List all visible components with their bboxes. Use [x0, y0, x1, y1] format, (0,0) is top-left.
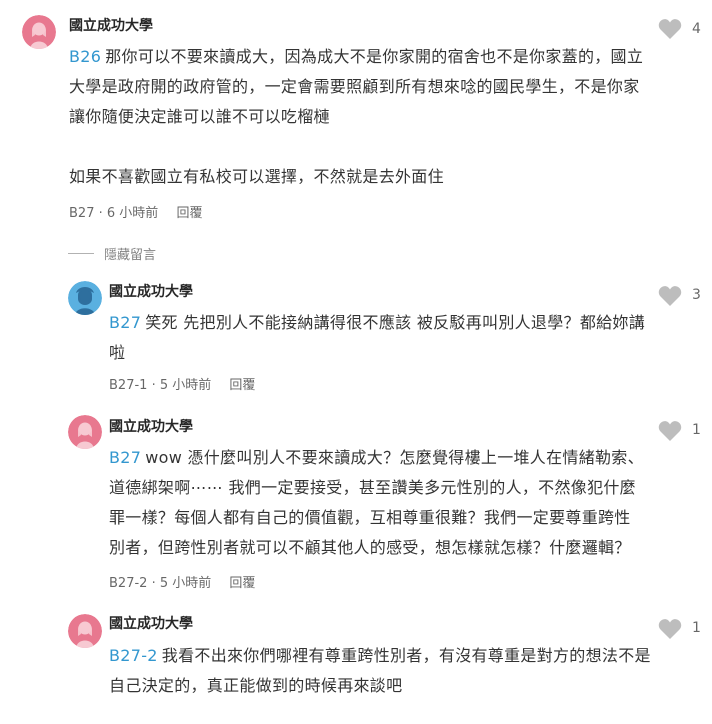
comment-line: 笑死 先把別人不能接納講得很不應該 被反駁再叫別人退學？都給妳講	[145, 313, 646, 332]
comment-line: 我看不出來你們哪裡有尊重跨性別者，有沒有尊重是對方的想法不是	[161, 646, 651, 665]
meta-dot: ·	[98, 206, 103, 221]
comment-line: 大學是政府開的政府管的，一定會需要照顧到所有想來唸的國民學生，不是你家	[69, 77, 640, 96]
floor-number: B27	[69, 206, 95, 221]
timestamp: 6 小時前	[106, 206, 159, 221]
comment-line: wow 憑什麼叫別人不要來讀成大？怎麼覺得樓上一堆人在情緒勒索、	[145, 448, 644, 467]
floor-tag-link[interactable]: B27	[109, 448, 141, 467]
like-count: 1	[692, 620, 701, 636]
comment-line: 自己決定的，真正能做到的時候再來談吧	[109, 676, 403, 695]
timestamp: 5 小時前	[159, 378, 212, 393]
divider-dash	[68, 253, 94, 254]
comment-meta: B27-2 · 5 小時前 回覆	[109, 575, 255, 593]
reply-button[interactable]: 回覆	[176, 206, 202, 221]
heart-icon[interactable]	[658, 18, 682, 40]
comment-line: 那你可以不要來讀成大，因為成大不是你家開的宿舍也不是你家蓋的，國立	[105, 47, 644, 66]
timestamp: 5 小時前	[159, 576, 212, 591]
like-count: 1	[692, 422, 701, 438]
avatar[interactable]	[68, 281, 102, 315]
like-count: 4	[692, 21, 701, 37]
author-name[interactable]: 國立成功大學	[69, 17, 153, 35]
comment-line: 道德綁架啊⋯⋯ 我們一定要接受，甚至讚美多元性別的人，不然像犯什麼	[109, 478, 636, 497]
author-name[interactable]: 國立成功大學	[109, 283, 193, 301]
comment-line: 讓你隨便決定誰可以誰不可以吃榴槤	[69, 107, 330, 126]
avatar[interactable]	[22, 15, 56, 49]
comment-body: B27 wow 憑什麼叫別人不要來讀成大？怎麼覺得樓上一堆人在情緒勒索、 道德綁架…	[109, 443, 644, 563]
floor-number: B27-1	[109, 378, 148, 393]
reply-button[interactable]: 回覆	[229, 576, 255, 591]
comment-body: B27 笑死 先把別人不能接納講得很不應該 被反駁再叫別人退學？都給妳講 啦	[109, 308, 645, 368]
floor-number: B27-2	[109, 576, 148, 591]
male-avatar-icon	[68, 281, 102, 315]
comment-line: 別者，但跨性別者就可以不顧其他人的感受，想怎樣就怎樣？什麼邏輯？	[109, 538, 631, 557]
comment-line	[69, 132, 643, 162]
comment-line: 如果不喜歡國立有私校可以選擇，不然就是去外面住	[69, 167, 444, 186]
avatar[interactable]	[68, 614, 102, 648]
hidden-comment-toggle[interactable]: 隱藏留言	[68, 244, 156, 263]
comment-meta: B27 · 6 小時前 回覆	[69, 205, 202, 223]
heart-icon[interactable]	[658, 618, 682, 640]
author-name[interactable]: 國立成功大學	[109, 615, 193, 633]
comment-body: B26 那你可以不要來讀成大，因為成大不是你家開的宿舍也不是你家蓋的，國立 大學是…	[69, 42, 643, 192]
meta-dot: ·	[151, 378, 156, 393]
comment-meta: B27-1 · 5 小時前 回覆	[109, 377, 255, 395]
floor-tag-link[interactable]: B26	[69, 47, 101, 66]
heart-icon[interactable]	[658, 420, 682, 442]
female-avatar-icon	[68, 614, 102, 648]
female-avatar-icon	[68, 415, 102, 449]
heart-icon[interactable]	[658, 285, 682, 307]
floor-tag-link[interactable]: B27	[109, 313, 141, 332]
comment-body: B27-2 我看不出來你們哪裡有尊重跨性別者，有沒有尊重是對方的想法不是 自己決定…	[109, 641, 651, 701]
comment-line: 啦	[109, 343, 126, 362]
floor-tag-link[interactable]: B27-2	[109, 646, 158, 665]
comment-line: 罪一樣？每個人都有自己的價值觀，互相尊重很難？我們一定要尊重跨性	[109, 508, 631, 527]
author-name[interactable]: 國立成功大學	[109, 418, 193, 436]
avatar[interactable]	[68, 415, 102, 449]
like-count: 3	[692, 287, 701, 303]
female-avatar-icon	[22, 15, 56, 49]
meta-dot: ·	[151, 576, 156, 591]
reply-button[interactable]: 回覆	[229, 378, 255, 393]
hidden-comment-label[interactable]: 隱藏留言	[104, 244, 156, 263]
